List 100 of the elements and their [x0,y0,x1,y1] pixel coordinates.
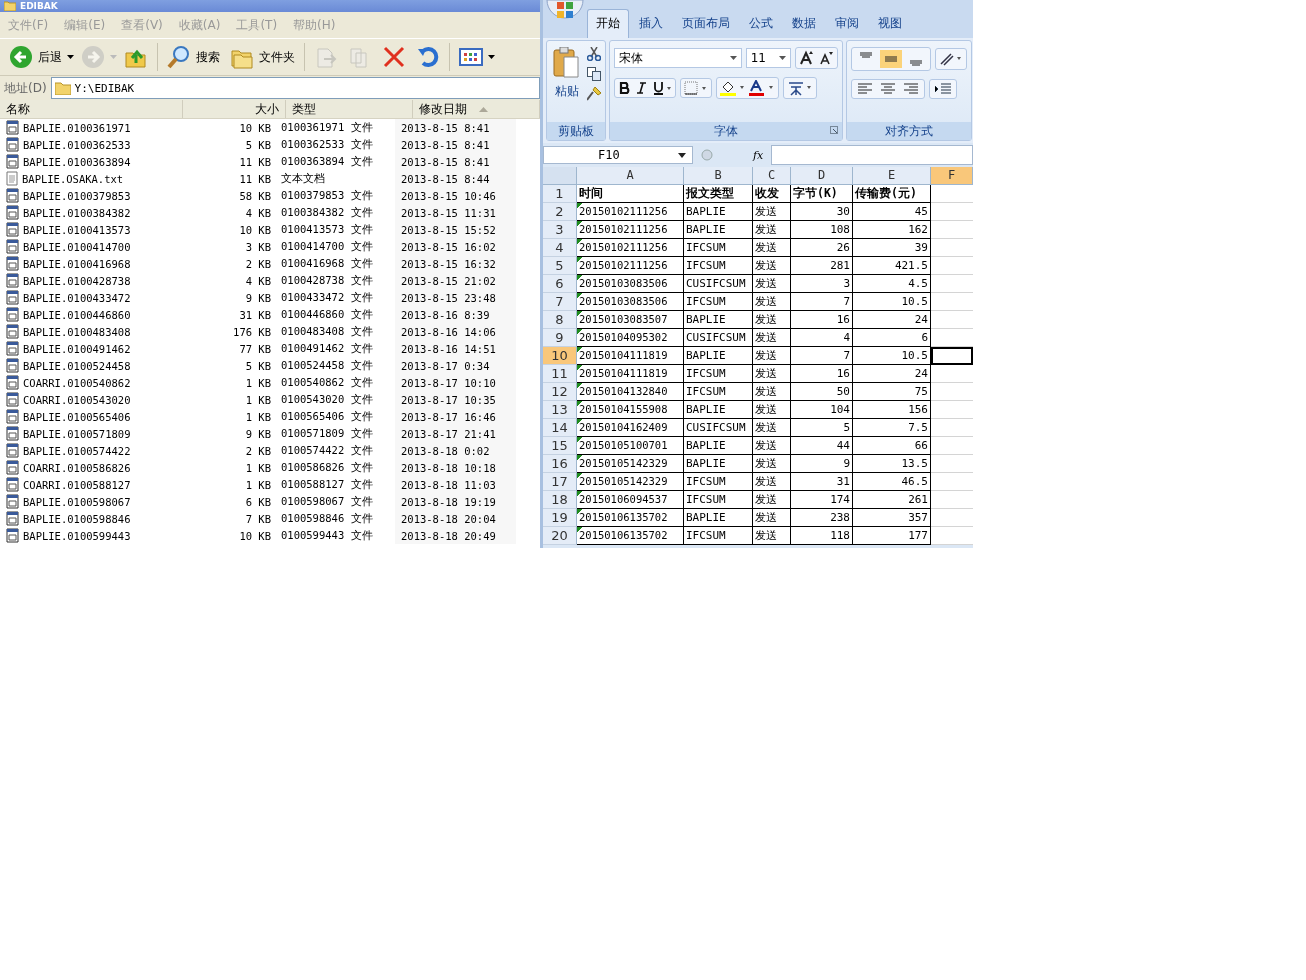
row-header[interactable]: 1 [543,185,577,203]
copy-icon[interactable] [587,67,601,81]
row-header[interactable]: 20 [543,527,577,545]
file-name[interactable]: COARRI.0100543020 [23,393,131,406]
file-name[interactable]: BAPLIE.0100446860 [23,308,131,321]
row-header[interactable]: 17 [543,473,577,491]
shrink-font-icon[interactable] [818,50,834,66]
column-header[interactable]: D [791,167,853,185]
name-box[interactable]: F10 [543,146,693,164]
font-size-dropdown[interactable]: 11 [745,48,791,68]
file-name[interactable]: BAPLIE.0100483408 [23,325,131,338]
ribbon-tab[interactable]: 视图 [869,9,911,38]
file-name[interactable]: BAPLIE.0100598067 [23,495,131,508]
row-header[interactable]: 15 [543,437,577,455]
phonetic-guide-icon[interactable] [787,80,813,96]
file-name[interactable]: BAPLIE.0100571809 [23,427,131,440]
file-name[interactable]: BAPLIE.0100599443 [23,529,131,542]
row-header[interactable]: 18 [543,491,577,509]
row-header[interactable]: 10 [543,347,577,365]
toolbar-button[interactable]: 文件夹 [227,43,298,71]
font-color-icon[interactable] [749,80,775,96]
insert-function-label[interactable]: fx [753,148,764,162]
table-cell: BAPLIE [684,203,753,221]
align-right-icon[interactable] [901,82,921,96]
file-name[interactable]: BAPLIE.0100574422 [23,444,131,457]
file-name[interactable]: BAPLIE.0100598846 [23,512,131,525]
middle-align-icon[interactable] [880,50,902,68]
row-header[interactable]: 11 [543,365,577,383]
file-name[interactable]: BAPLIE.0100491462 [23,342,131,355]
indent-icon[interactable] [933,82,953,96]
file-name[interactable]: COARRI.0100588127 [23,478,131,491]
dialog-launcher-icon[interactable] [830,126,838,134]
column-header[interactable]: E [853,167,931,185]
formula-input[interactable] [771,145,973,165]
row-header[interactable]: 4 [543,239,577,257]
ribbon-tab[interactable]: 数据 [783,9,825,38]
file-type: 0100379853 文件 [281,188,373,203]
dropdown-arrow-icon[interactable] [678,152,686,158]
borders-icon[interactable] [684,81,708,95]
file-name[interactable]: BAPLIE.0100428738 [23,274,131,287]
grow-font-icon[interactable] [799,50,815,66]
file-name[interactable]: BAPLIE.0100565406 [23,410,131,423]
column-header[interactable]: B [684,167,753,185]
dropdown-arrow-icon[interactable] [67,55,74,59]
ribbon-tab[interactable]: 审阅 [826,9,868,38]
ribbon-tab[interactable]: 开始 [587,9,629,38]
ribbon-tab[interactable]: 公式 [740,9,782,38]
file-name[interactable]: BAPLIE.0100413573 [23,223,131,236]
row-header[interactable]: 6 [543,275,577,293]
column-header[interactable]: 大小 [183,100,287,118]
dropdown-arrow-icon[interactable] [488,55,495,59]
file-name[interactable]: BAPLIE.0100416968 [23,257,131,270]
column-header[interactable]: C [753,167,791,185]
row-header[interactable]: 14 [543,419,577,437]
file-name[interactable]: BAPLIE.0100361971 [23,121,131,134]
brush-icon[interactable] [587,87,601,101]
file-name[interactable]: BAPLIE.0100433472 [23,291,131,304]
file-name[interactable]: BAPLIE.0100363894 [23,155,131,168]
column-header[interactable]: 类型 [286,100,413,118]
font-name-dropdown[interactable]: 宋体 [614,48,742,68]
column-header[interactable]: A [577,167,684,185]
file-name[interactable]: BAPLIE.0100414700 [23,240,131,253]
address-field[interactable]: Y:\EDIBAK [50,77,540,99]
column-header[interactable]: 名称 [0,100,184,118]
file-name[interactable]: BAPLIE.0100384382 [23,206,131,219]
row-header[interactable]: 2 [543,203,577,221]
file-name[interactable]: BAPLIE.OSAKA.txt [22,172,124,185]
row-header[interactable]: 8 [543,311,577,329]
file-name[interactable]: COARRI.0100540862 [23,376,131,389]
underline-icon[interactable] [652,81,672,95]
row-header[interactable]: 5 [543,257,577,275]
cut-icon[interactable] [587,47,601,61]
orientation-icon[interactable] [939,51,963,67]
column-header[interactable]: F [931,167,973,185]
italic-icon[interactable] [635,81,649,95]
row-header[interactable]: 16 [543,455,577,473]
file-name[interactable]: COARRI.0100586826 [23,461,131,474]
row-header[interactable]: 19 [543,509,577,527]
bold-icon[interactable] [618,81,632,95]
active-cell[interactable] [931,347,973,365]
file-name[interactable]: BAPLIE.0100362533 [23,138,131,151]
ribbon-tab[interactable]: 页面布局 [673,9,739,38]
file-date: 2013-8-15 8:41 [401,121,490,134]
file-name[interactable]: BAPLIE.0100379853 [23,189,131,202]
align-center-icon[interactable] [878,82,898,96]
row-header[interactable]: 9 [543,329,577,347]
toolbar-button[interactable]: 后退 [6,43,65,71]
row-header[interactable]: 13 [543,401,577,419]
row-header[interactable]: 3 [543,221,577,239]
paste-button[interactable]: 粘贴 [551,47,583,116]
align-left-icon[interactable] [855,82,875,96]
dropdown-arrow-icon[interactable] [729,56,737,60]
row-header[interactable]: 12 [543,383,577,401]
toolbar-button[interactable]: 搜索 [164,43,223,71]
file-icon [6,222,19,237]
fill-color-icon[interactable] [720,80,746,96]
row-header[interactable]: 7 [543,293,577,311]
file-name[interactable]: BAPLIE.0100524458 [23,359,131,372]
ribbon-tab[interactable]: 插入 [630,9,672,38]
dropdown-arrow-icon[interactable] [779,56,786,60]
